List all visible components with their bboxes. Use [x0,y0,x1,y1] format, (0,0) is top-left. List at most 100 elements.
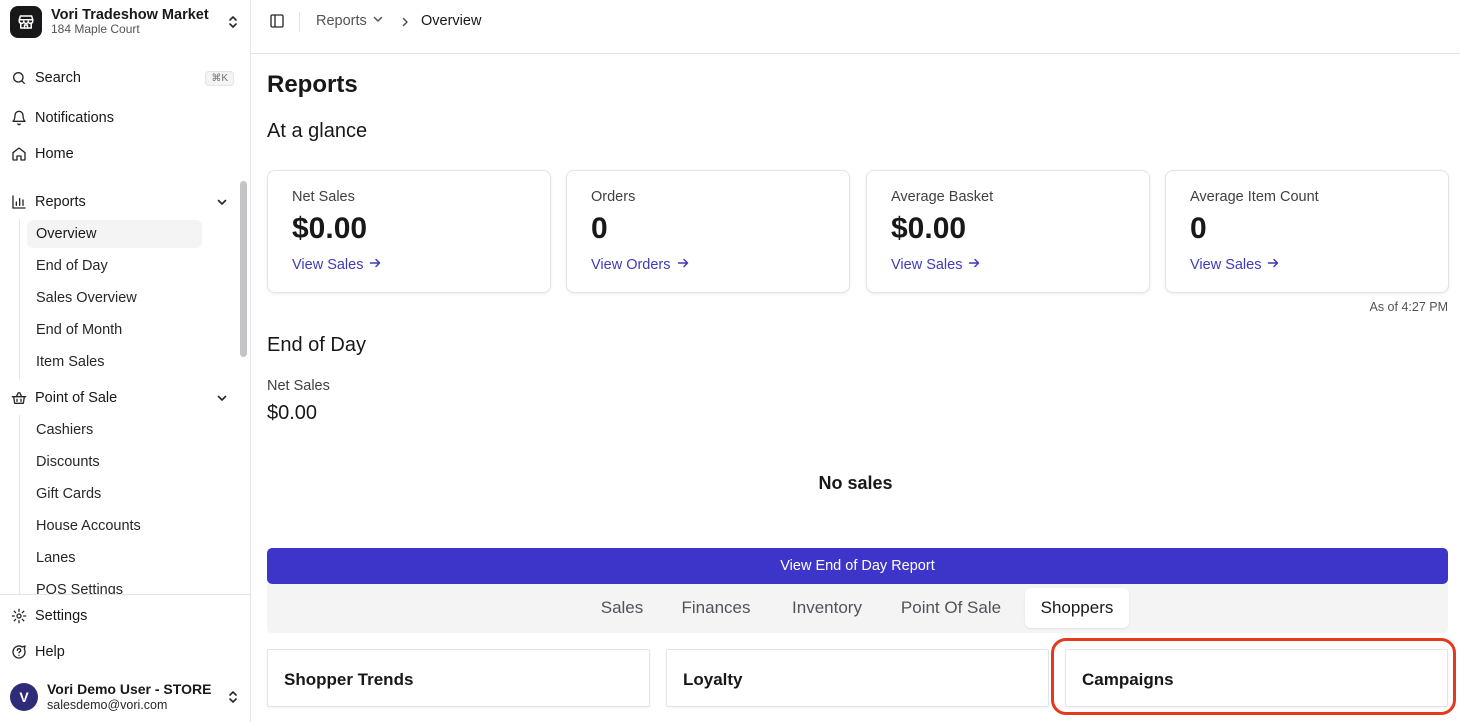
avatar: V [10,683,38,711]
basket-icon [10,389,28,407]
pos-submenu-line [19,415,20,595]
sidebar-item-notifications[interactable]: Notifications [10,105,236,131]
report-tabs: Sales Finances Inventory Point Of Sale S… [267,584,1448,633]
page-title: Reports [267,71,358,98]
chevrons-up-down-icon [226,688,240,706]
stat-label: Orders [591,189,636,205]
main-content: Reports At a glance Net Sales $0.00 View… [251,55,1460,722]
store-name: Vori Tradeshow Market [51,6,209,23]
gear-icon [10,607,28,625]
link-label: View Sales [891,257,963,273]
search-shortcut: ⌘K [205,70,234,86]
sidebar-item-home[interactable]: Home [10,141,236,167]
view-orders-link[interactable]: View Orders [591,257,689,273]
breadcrumb-reports[interactable]: Reports [316,13,384,29]
sidebar-item-sales-overview[interactable]: Sales Overview [27,284,202,312]
report-card-title: Loyalty [683,670,743,689]
arrow-right-icon [677,257,689,273]
sidebar-item-end-of-day[interactable]: End of Day [27,252,202,280]
sidebar-item-label: Reports [35,194,86,210]
sidebar-item-reports[interactable]: Reports [10,189,236,215]
stat-label: Average Basket [891,189,994,205]
report-card-loyalty[interactable]: Loyalty [666,649,1049,707]
sidebar-scrollbar[interactable] [240,181,247,357]
sidebar-item-label: Help [35,644,65,660]
home-icon [10,145,28,163]
stat-label: Net Sales [292,189,355,205]
stat-card-orders: Orders 0 View Orders [566,170,850,293]
sidebar-item-overview[interactable]: Overview [27,220,202,248]
sidebar: Vori Tradeshow Market 184 Maple Court Se… [0,0,251,722]
arrow-right-icon [968,257,980,273]
user-menu[interactable]: V Vori Demo User - STORE salesdemo@vori.… [10,680,240,714]
chevron-right-icon [399,15,411,33]
user-email: salesdemo@vori.com [47,697,168,712]
stat-value: 0 [591,212,608,245]
breadcrumb-reports-label: Reports [316,13,367,29]
top-bar: Reports Overview [251,0,1460,54]
sidebar-item-cashiers[interactable]: Cashiers [27,416,202,444]
stat-card-average-item-count: Average Item Count 0 View Sales [1165,170,1449,293]
stat-label: Average Item Count [1190,189,1319,205]
highlight-annotation [1051,638,1456,715]
sidebar-item-lanes[interactable]: Lanes [27,544,202,572]
report-card-title: Shopper Trends [284,670,414,689]
bell-icon [10,109,28,127]
view-end-of-day-report-button[interactable]: View End of Day Report [267,548,1448,584]
stat-card-average-basket: Average Basket $0.00 View Sales [866,170,1150,293]
sidebar-item-help[interactable]: Help [10,639,236,665]
stat-value: $0.00 [891,212,967,245]
sidebar-item-label: Search [35,70,81,86]
stat-value: $0.00 [292,212,368,245]
user-name: Vori Demo User - STORE [47,681,212,698]
tab-finances[interactable]: Finances [668,588,764,628]
sidebar-item-end-of-month[interactable]: End of Month [27,316,202,344]
arrow-right-icon [1267,257,1279,273]
store-switcher[interactable]: Vori Tradeshow Market 184 Maple Court [10,5,240,39]
sidebar-item-house-accounts[interactable]: House Accounts [27,512,202,540]
search-icon [10,69,28,87]
sidebar-item-label: Notifications [35,110,114,126]
link-label: View Sales [1190,257,1262,273]
help-chat-icon [10,643,28,661]
tab-shoppers[interactable]: Shoppers [1025,588,1129,628]
reports-submenu-line [19,219,20,379]
eod-net-sales-value: $0.00 [267,402,318,424]
store-address: 184 Maple Court [51,22,140,37]
chevron-down-icon [216,392,228,404]
sidebar-item-gift-cards[interactable]: Gift Cards [27,480,202,508]
chevrons-up-down-icon [226,13,240,31]
no-sales-message: No sales [818,473,893,493]
report-card-shopper-trends[interactable]: Shopper Trends [267,649,650,707]
stat-card-net-sales: Net Sales $0.00 View Sales [267,170,551,293]
sidebar-item-discounts[interactable]: Discounts [27,448,202,476]
glance-title: At a glance [267,120,368,142]
chevron-down-icon [216,196,228,208]
sidebar-item-point-of-sale[interactable]: Point of Sale [10,385,236,411]
as-of-timestamp: As of 4:27 PM [1369,300,1448,314]
stat-value: 0 [1190,212,1207,245]
chevron-down-icon [372,13,384,29]
breadcrumb-current: Overview [421,13,482,29]
sidebar-item-search[interactable]: Search ⌘K [10,65,236,91]
sidebar-item-settings[interactable]: Settings [10,603,236,629]
toolbar-divider [299,12,300,32]
view-sales-link[interactable]: View Sales [1190,257,1279,273]
view-sales-link[interactable]: View Sales [891,257,980,273]
link-label: View Orders [591,257,671,273]
sidebar-item-label: Point of Sale [35,390,118,406]
bar-chart-icon [10,193,28,211]
tab-point-of-sale[interactable]: Point Of Sale [891,588,1011,628]
sidebar-item-item-sales[interactable]: Item Sales [27,348,202,376]
sidebar-item-label: Home [35,146,74,162]
eod-net-sales-label: Net Sales [267,378,330,394]
tab-inventory[interactable]: Inventory [777,588,877,628]
link-label: View Sales [292,257,364,273]
sidebar-toggle-icon[interactable] [269,13,287,31]
view-sales-link[interactable]: View Sales [292,257,381,273]
sidebar-item-label: Settings [35,608,88,624]
end-of-day-title: End of Day [267,334,366,356]
tab-sales[interactable]: Sales [585,588,659,628]
arrow-right-icon [369,257,381,273]
store-icon [10,6,42,38]
